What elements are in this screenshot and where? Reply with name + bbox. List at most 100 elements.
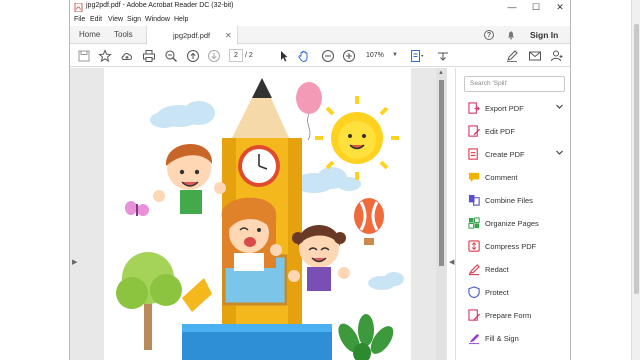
- tool-fill-sign[interactable]: Fill & Sign: [456, 328, 570, 350]
- acrobat-pdf-icon: [74, 3, 83, 12]
- redact-icon: [468, 264, 480, 276]
- menu-sign[interactable]: Sign: [127, 16, 141, 23]
- page-total: / 2: [245, 52, 253, 59]
- tool-combine-files[interactable]: Combine Files: [456, 190, 570, 212]
- tool-comment[interactable]: Comment: [456, 167, 570, 189]
- previous-page-icon[interactable]: [186, 49, 200, 63]
- tool-redact[interactable]: Redact: [456, 259, 570, 281]
- tool-edit-pdf[interactable]: Edit PDF: [456, 121, 570, 143]
- zoom-in-icon[interactable]: [342, 49, 356, 63]
- compress-pdf-icon: [468, 240, 480, 252]
- menu-view[interactable]: View: [108, 16, 123, 23]
- tool-label: Prepare Form: [485, 311, 532, 320]
- menu-edit[interactable]: Edit: [90, 16, 102, 23]
- page-display-icon[interactable]: [410, 49, 424, 63]
- zoom-out-icon[interactable]: [321, 49, 335, 63]
- tool-label: Create PDF: [485, 150, 525, 159]
- plant-image: [338, 314, 394, 360]
- acrobat-window: jpg2pdf.pdf - Adobe Acrobat Reader DC (3…: [69, 0, 571, 360]
- tool-label: Organize Pages: [485, 219, 539, 228]
- save-icon[interactable]: [77, 49, 91, 63]
- document-view[interactable]: ▶ ▲ ◀: [70, 68, 454, 360]
- sign-pen-icon[interactable]: [505, 49, 519, 63]
- sign-in-button[interactable]: Sign In: [530, 30, 558, 40]
- combine-files-icon: [468, 194, 480, 206]
- butterfly-image: [125, 201, 149, 216]
- tool-label: Protect: [485, 288, 509, 297]
- close-tab-icon[interactable]: ✕: [225, 31, 232, 40]
- prepare-form-icon: [468, 309, 481, 321]
- menu-window[interactable]: Window: [145, 16, 170, 23]
- edit-pdf-icon: [468, 125, 481, 137]
- menu-help[interactable]: Help: [174, 16, 188, 23]
- chevron-down-icon[interactable]: [555, 148, 564, 157]
- screen: jpg2pdf.pdf - Adobe Acrobat Reader DC (3…: [0, 0, 640, 360]
- tab-tools[interactable]: Tools: [114, 26, 133, 44]
- close-window-button[interactable]: ✕: [548, 0, 570, 15]
- left-pane-expand-icon[interactable]: ▶: [72, 258, 77, 266]
- tool-protect[interactable]: Protect: [456, 282, 570, 304]
- tool-label: Comment: [485, 173, 518, 182]
- outer-scrollbar-thumb[interactable]: [634, 24, 639, 294]
- pencil-house-illustration: [116, 78, 404, 360]
- cloud-right-image: [294, 167, 361, 193]
- outer-scrollbar[interactable]: [631, 0, 640, 360]
- email-icon[interactable]: [528, 49, 542, 63]
- scroll-up-icon[interactable]: ▲: [438, 70, 444, 76]
- title-bar: jpg2pdf.pdf - Adobe Acrobat Reader DC (3…: [70, 0, 570, 15]
- tool-prepare-form[interactable]: Prepare Form: [456, 305, 570, 327]
- organize-pages-icon: [468, 217, 480, 229]
- protect-icon: [468, 286, 480, 299]
- comment-icon: [468, 172, 480, 183]
- bookmark-star-icon[interactable]: [98, 49, 112, 63]
- print-icon[interactable]: [142, 49, 156, 63]
- maximize-button[interactable]: ☐: [524, 0, 548, 15]
- desktop-right: [571, 0, 640, 360]
- create-pdf-icon: [468, 148, 478, 160]
- next-page-icon[interactable]: [207, 49, 221, 63]
- menu-bar: File Edit View Sign Window Help: [70, 15, 570, 26]
- tools-search-input[interactable]: Search 'Split': [464, 76, 565, 92]
- tab-home[interactable]: Home: [79, 26, 100, 44]
- cloud-upload-icon[interactable]: [120, 49, 134, 63]
- sun-image: [315, 96, 399, 180]
- menu-file[interactable]: File: [74, 16, 85, 23]
- toolbar: 2 / 2 107% ▼: [70, 45, 570, 67]
- zoom-dropdown-caret-icon[interactable]: ▼: [392, 52, 398, 58]
- balloon-image: [296, 82, 322, 141]
- document-scrollbar[interactable]: ▲: [436, 68, 447, 360]
- tab-document-label: jpg2pdf.pdf: [173, 31, 211, 40]
- tool-compress-pdf[interactable]: Compress PDF: [456, 236, 570, 258]
- scroll-mode-icon[interactable]: [436, 49, 450, 63]
- tool-organize-pages[interactable]: Organize Pages: [456, 213, 570, 235]
- select-arrow-icon[interactable]: [277, 49, 291, 63]
- tools-pane: Search 'Split' Export PDF Edit PDF Create …: [455, 68, 570, 360]
- hand-tool-icon[interactable]: [297, 49, 311, 63]
- tab-bar: Home Tools jpg2pdf.pdf ✕ ? Sign In: [70, 26, 570, 45]
- page-number-input[interactable]: 2: [229, 49, 243, 62]
- tool-label: Export PDF: [485, 104, 524, 113]
- tree-image: [116, 252, 182, 350]
- kid-girl-window-image: [221, 197, 282, 271]
- bell-icon[interactable]: [506, 30, 516, 40]
- window-title: jpg2pdf.pdf - Adobe Acrobat Reader DC (3…: [86, 2, 234, 9]
- zoom-search-icon[interactable]: [164, 49, 178, 63]
- tool-label: Combine Files: [485, 196, 533, 205]
- document-scrollbar-thumb[interactable]: [439, 80, 444, 266]
- tool-label: Edit PDF: [485, 127, 516, 136]
- help-icon[interactable]: ?: [484, 30, 494, 40]
- chevron-down-icon[interactable]: [555, 102, 564, 111]
- share-user-icon[interactable]: [550, 49, 564, 63]
- tab-document[interactable]: jpg2pdf.pdf ✕: [146, 26, 238, 45]
- tool-create-pdf[interactable]: Create PDF: [456, 144, 570, 166]
- cloud-left-image: [150, 101, 215, 128]
- tool-label: Fill & Sign: [485, 334, 519, 343]
- right-pane-collapse-icon[interactable]: ◀: [449, 258, 454, 266]
- tool-export-pdf[interactable]: Export PDF: [456, 98, 570, 120]
- fill-sign-icon: [468, 333, 480, 345]
- desktop-left: [0, 0, 69, 360]
- pdf-page: [104, 68, 411, 360]
- minimize-button[interactable]: —: [500, 0, 524, 15]
- export-pdf-icon: [468, 102, 480, 114]
- hot-air-balloon-image: [354, 198, 384, 245]
